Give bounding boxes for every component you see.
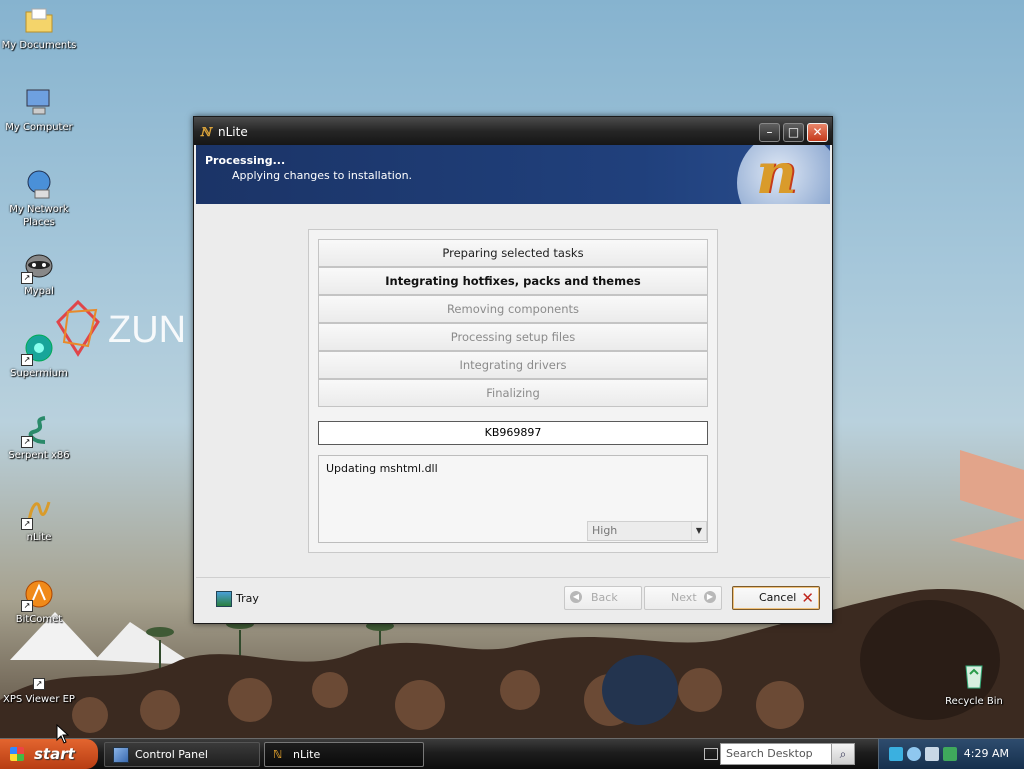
desktop-icon-label: My Documents [1,40,77,51]
tray-button[interactable]: Tray [216,591,259,607]
minimize-button[interactable]: – [759,123,780,142]
log-box: Updating mshtml.dll High ▼ [318,455,708,543]
desktop-icon-label: XPS Viewer EP [3,694,75,705]
search-icon[interactable]: ⌕ [831,743,855,765]
taskbar-item-nlite[interactable]: ℕnLite [264,742,424,767]
taskbar-item-control-panel[interactable]: Control Panel [104,742,260,767]
nlite-icon: ℕ [273,748,283,761]
connection-tray-icon[interactable] [925,747,939,761]
bitcomet-icon: ↗ [21,578,55,612]
system-tray: 4:29 AM [878,739,1024,769]
desktop-icon-label: BitComet [15,614,63,625]
network-tray-icon[interactable] [889,747,903,761]
start-button[interactable]: start [0,739,98,769]
task-preparing: Preparing selected tasks [318,239,708,267]
zune-wallpaper-logo: ZUN [108,309,186,351]
windows-logo-icon [10,747,24,761]
update-tray-icon[interactable] [943,747,957,761]
step-title: Processing... [205,154,286,167]
clock[interactable]: 4:29 AM [964,747,1009,760]
shortcut-arrow-icon: ↗ [21,436,33,448]
folder-icon [23,4,55,36]
desktop-icon-label: My Network Places [9,204,69,228]
desktop-icon-label: Recycle Bin [945,696,1003,707]
progress-panel: Preparing selected tasks Integrating hot… [308,229,718,553]
desktop-icon-supermium[interactable]: ↗ Supermium [1,332,77,380]
step-header: Processing... Applying changes to instal… [196,145,830,204]
next-button[interactable]: Next ▶ [644,586,722,610]
desktop-icon-mypal[interactable]: ↗ Mypal [1,250,77,298]
serpent-icon: ↗ [21,414,55,448]
desktop-icon-my-computer[interactable]: My Computer [1,86,77,134]
recycle-bin-icon [958,660,990,692]
back-button[interactable]: ◀ Back [564,586,642,610]
task-processing-setup-files: Processing setup files [318,323,708,351]
search-desktop-input[interactable]: Search Desktop [720,743,832,765]
window-title: nLite [218,125,248,139]
step-subtitle: Applying changes to installation. [232,169,413,182]
control-panel-icon [113,747,129,763]
back-arrow-icon: ◀ [570,591,582,603]
desktop-icon-label: Serpent x86 [8,450,70,461]
desktop-icon-label: nLite [26,532,52,543]
shortcut-arrow-icon: ↗ [21,272,33,284]
shortcut-arrow-icon: ↗ [21,354,33,366]
computer-icon [23,86,55,118]
title-bar[interactable]: ℕ nLite – □ ✕ [194,117,832,145]
taskbar: start Control Panel ℕnLite Search Deskto… [0,738,1024,769]
desktop-icon-bitcomet[interactable]: ↗ BitComet [1,578,77,626]
shortcut-arrow-icon: ↗ [21,600,33,612]
nlite-logo-icon: n [734,145,830,204]
supermium-icon: ↗ [21,332,55,366]
footer-bar: Tray ◀ Back Next ▶ Cancel ✕ [196,578,830,621]
log-text: Updating mshtml.dll [326,462,438,475]
task-integrating-drivers: Integrating drivers [318,351,708,379]
desktop-icon-my-documents[interactable]: My Documents [1,4,77,52]
desktop-icon-serpent[interactable]: ↗ Serpent x86 [1,414,77,462]
mouse-cursor-icon [56,724,70,744]
raccoon-icon: ↗ [21,250,55,284]
nlite-window: ℕ nLite – □ ✕ Processing... Applying cha… [193,116,833,624]
desktop-icon-label: Supermium [10,368,68,379]
shortcut-arrow-icon: ↗ [33,678,45,690]
priority-value: High [592,524,618,537]
task-integrating-hotfixes: Integrating hotfixes, packs and themes [318,267,708,295]
next-arrow-icon: ▶ [704,591,716,603]
network-icon [23,168,55,200]
current-item-field: KB969897 [318,421,708,445]
desktop-icon-recycle-bin[interactable]: Recycle Bin [936,660,1012,708]
tray-icon [216,591,232,607]
task-finalizing: Finalizing [318,379,708,407]
chevron-down-icon[interactable]: ▼ [691,522,706,540]
nlite-icon: ↗ [21,496,55,530]
desktop-icon-label: Mypal [24,286,54,297]
close-button[interactable]: ✕ [807,123,828,142]
xps-viewer-icon: ↗ [23,676,55,690]
nlite-title-icon: ℕ [200,125,211,139]
maximize-button[interactable]: □ [783,123,804,142]
desktop-icon-nlite[interactable]: ↗ nLite [1,496,77,544]
desktop-icon-xps-viewer[interactable]: ↗ XPS Viewer EP [1,676,77,706]
shortcut-arrow-icon: ↗ [21,518,33,530]
keyboard-icon [704,748,718,760]
priority-dropdown[interactable]: High ▼ [587,521,707,541]
task-removing-components: Removing components [318,295,708,323]
cancel-button[interactable]: Cancel ✕ [732,586,820,610]
desktop-icon-label: My Computer [5,122,73,133]
cancel-x-icon: ✕ [801,589,814,607]
search-tray-icon[interactable] [907,747,921,761]
desktop-icon-my-network-places[interactable]: My Network Places [1,168,77,229]
